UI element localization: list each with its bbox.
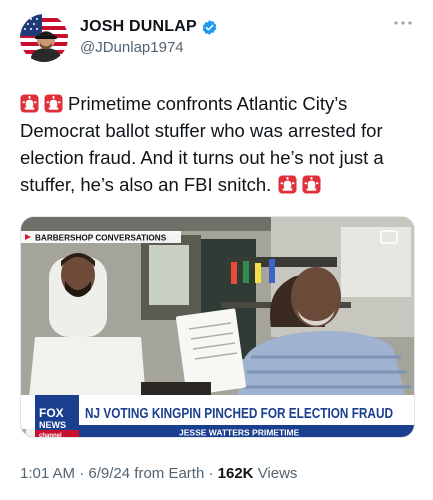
svg-text:FOX: FOX <box>39 406 64 420</box>
author-name[interactable]: JOSH DUNLAP <box>80 18 218 36</box>
post-time[interactable]: 1:01 AM <box>20 465 75 482</box>
post-date[interactable]: 6/9/24 <box>88 465 130 482</box>
police-siren-icon <box>20 94 39 113</box>
user-handle[interactable]: @JDunlap1974 <box>80 39 218 56</box>
police-siren-icon <box>44 94 63 113</box>
tweet-body: Primetime confronts Atlantic City’s Demo… <box>20 93 384 195</box>
author-block[interactable]: JOSH DUNLAP @JDunlap1974 <box>80 18 218 56</box>
more-options-icon[interactable] <box>391 18 415 32</box>
svg-text:channel: channel <box>39 433 62 438</box>
views-count: 162K <box>217 465 254 482</box>
verified-badge-icon <box>202 19 217 35</box>
police-siren-icon <box>278 175 297 194</box>
police-siren-icon <box>302 175 321 194</box>
video-frame: BARBERSHOP CONVERSATIONS FOX NEWS channe… <box>21 217 414 438</box>
video-player[interactable]: BARBERSHOP CONVERSATIONS FOX NEWS channe… <box>20 216 415 438</box>
chyron-headline: NJ VOTING KINGPIN PINCHED FOR ELECTION F… <box>85 406 393 422</box>
tweet-text: Primetime confronts Atlantic City’s Demo… <box>20 90 415 198</box>
display-name: JOSH DUNLAP <box>80 18 197 35</box>
show-name: JESSE WATTERS PRIMETIME <box>179 428 300 438</box>
avatar[interactable] <box>20 14 68 62</box>
segment-tag: BARBERSHOP CONVERSATIONS <box>35 234 167 243</box>
views-label: Views <box>257 465 298 482</box>
svg-text:NEWS: NEWS <box>39 420 66 430</box>
tweet-metadata: 1:01 AM · 6/9/24 from Earth · 162K Views <box>20 465 298 482</box>
tweet-header: JOSH DUNLAP @JDunlap1974 <box>20 12 415 68</box>
post-source: from Earth <box>134 465 205 482</box>
